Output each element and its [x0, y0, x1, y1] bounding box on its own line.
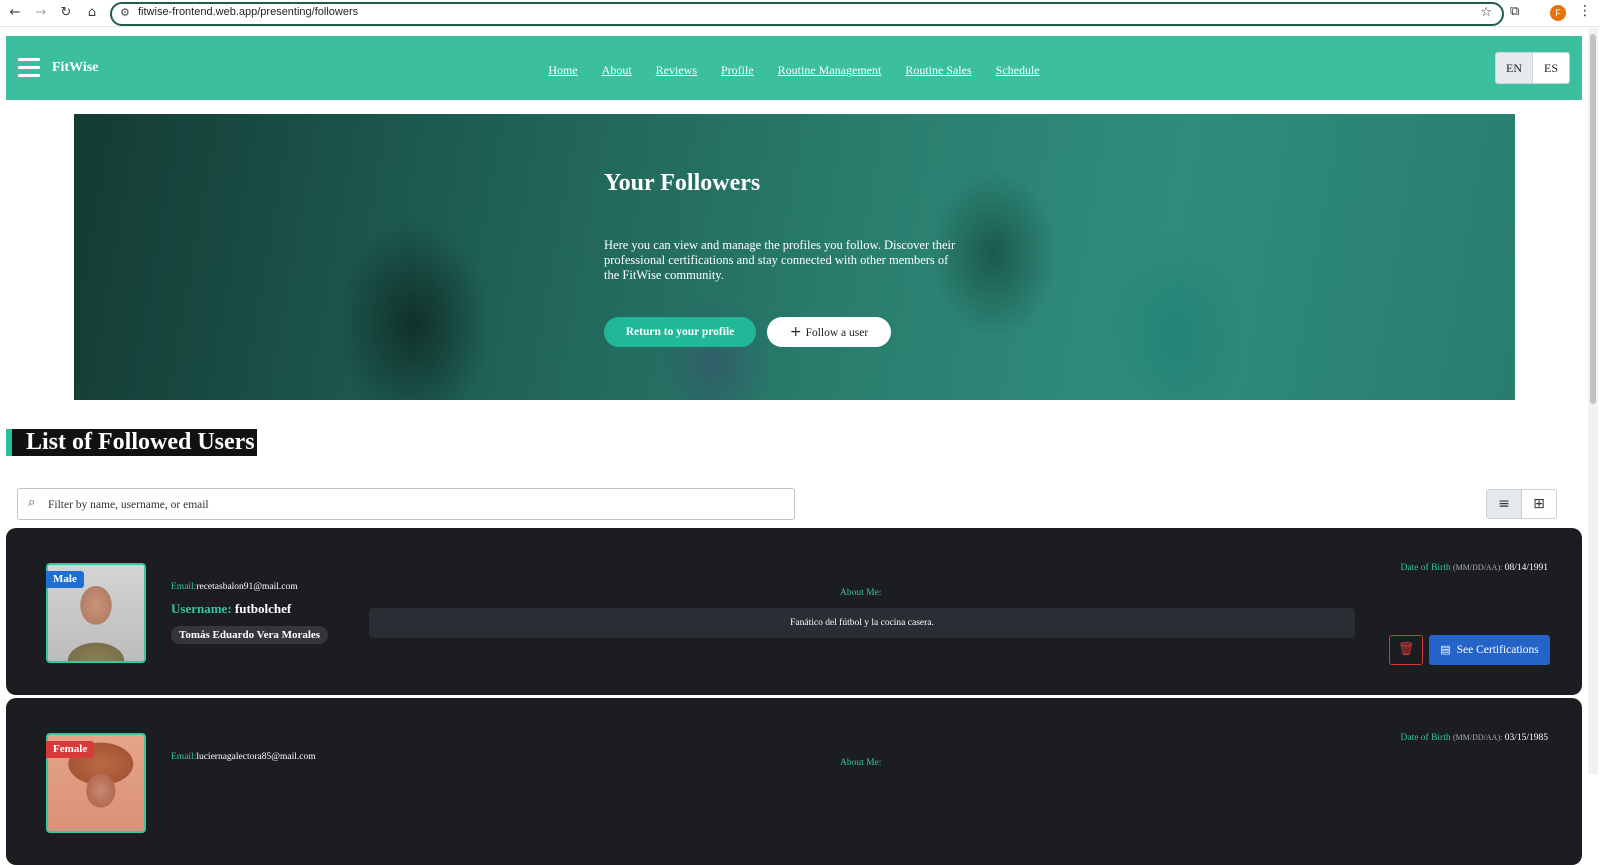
nav-reviews[interactable]: Reviews — [656, 63, 697, 77]
return-to-profile-button[interactable]: Return to your profile — [604, 317, 756, 347]
certificate-icon: ▤ — [1440, 643, 1451, 656]
forward-icon[interactable]: → — [32, 4, 50, 22]
dob-label: Date of Birth — [1400, 733, 1451, 743]
list-view-icon[interactable]: ≡ — [1487, 490, 1522, 518]
nav-routine-management[interactable]: Routine Management — [778, 63, 882, 77]
email-label: Email: — [171, 582, 197, 592]
about-label: About Me: — [840, 588, 882, 598]
follow-user-button[interactable]: + Follow a user — [767, 317, 891, 347]
user-username: Username: futbolchef — [171, 601, 291, 617]
username-value: futbolchef — [234, 601, 292, 616]
nav-home[interactable]: Home — [548, 63, 577, 77]
lang-en-button[interactable]: EN — [1496, 53, 1533, 83]
hero-title: Your Followers — [604, 170, 761, 196]
dob-value: 08/14/1991 — [1504, 563, 1548, 573]
email-value: recetasbalon91@mail.com — [196, 582, 298, 592]
nav-schedule[interactable]: Schedule — [996, 63, 1040, 77]
email-label: Email: — [171, 752, 197, 762]
filter-input[interactable] — [46, 494, 750, 516]
username-label: Username: — [171, 601, 232, 616]
filter-field[interactable]: ⌕ — [17, 488, 795, 520]
grid-view-icon[interactable]: ⊞ — [1522, 490, 1556, 518]
date-of-birth: Date of Birth (MM/DD/AA): 03/15/1985 — [1400, 733, 1548, 743]
back-icon[interactable]: ← — [6, 4, 24, 22]
profile-avatar[interactable]: F — [1550, 5, 1566, 21]
dob-format: (MM/DD/AA): — [1453, 733, 1503, 742]
star-icon[interactable]: ☆ — [1480, 5, 1492, 20]
reload-icon[interactable]: ↻ — [57, 4, 75, 22]
address-bar[interactable]: ⚙ fitwise-frontend.web.app/presenting/fo… — [110, 2, 1504, 26]
section-title: List of Followed Users — [6, 429, 257, 456]
user-email: Email:recetasbalon91@mail.com — [171, 582, 298, 592]
about-text: Fanático del fútbol y la cocina casera. — [369, 608, 1355, 638]
plus-icon: + — [789, 324, 802, 340]
extensions-icon[interactable]: ⧉ — [1510, 4, 1519, 19]
home-icon[interactable]: ⌂ — [83, 4, 101, 22]
dob-label: Date of Birth — [1400, 563, 1451, 573]
view-toggle: ≡ ⊞ — [1486, 489, 1557, 519]
email-value: luciernagalectora85@mail.com — [196, 752, 316, 762]
dob-format: (MM/DD/AA): — [1453, 563, 1503, 572]
browser-toolbar: ← → ↻ ⌂ ⚙ fitwise-frontend.web.app/prese… — [0, 0, 1600, 27]
user-email: Email:luciernagalectora85@mail.com — [171, 752, 316, 762]
gender-badge: Female — [46, 741, 95, 758]
app-header: FitWise Home About Reviews Profile Routi… — [6, 36, 1582, 100]
search-icon: ⌕ — [28, 495, 36, 510]
see-certifications-button[interactable]: ▤ See Certifications — [1429, 635, 1550, 665]
nav-profile[interactable]: Profile — [721, 63, 754, 77]
url-text: fitwise-frontend.web.app/presenting/foll… — [138, 6, 359, 18]
date-of-birth: Date of Birth (MM/DD/AA): 08/14/1991 — [1400, 563, 1548, 573]
nav-routine-sales[interactable]: Routine Sales — [905, 63, 971, 77]
language-switch: EN ES — [1495, 52, 1570, 84]
user-card: Female Email:luciernagalectora85@mail.co… — [6, 698, 1582, 865]
trash-icon[interactable]: 🗑 — [1389, 635, 1423, 665]
full-name-pill: Tomás Eduardo Vera Morales — [171, 626, 329, 644]
scrollbar-thumb[interactable] — [1590, 34, 1596, 404]
nav-about[interactable]: About — [602, 63, 632, 77]
see-certifications-label: See Certifications — [1456, 644, 1539, 656]
hero-banner: Your Followers Here you can view and man… — [74, 114, 1515, 400]
kebab-icon[interactable]: ⋮ — [1578, 3, 1592, 19]
follow-user-label: Follow a user — [805, 327, 869, 339]
gender-badge: Male — [46, 571, 84, 588]
main-nav: Home About Reviews Profile Routine Manag… — [6, 61, 1582, 79]
about-label: About Me: — [840, 758, 882, 768]
lang-es-button[interactable]: ES — [1533, 53, 1569, 83]
dob-value: 03/15/1985 — [1504, 733, 1548, 743]
tune-icon[interactable]: ⚙ — [120, 6, 130, 19]
hero-description: Here you can view and manage the profile… — [604, 238, 956, 282]
user-card: Male Email:recetasbalon91@mail.com Usern… — [6, 528, 1582, 695]
page-scrollbar[interactable] — [1588, 28, 1598, 774]
